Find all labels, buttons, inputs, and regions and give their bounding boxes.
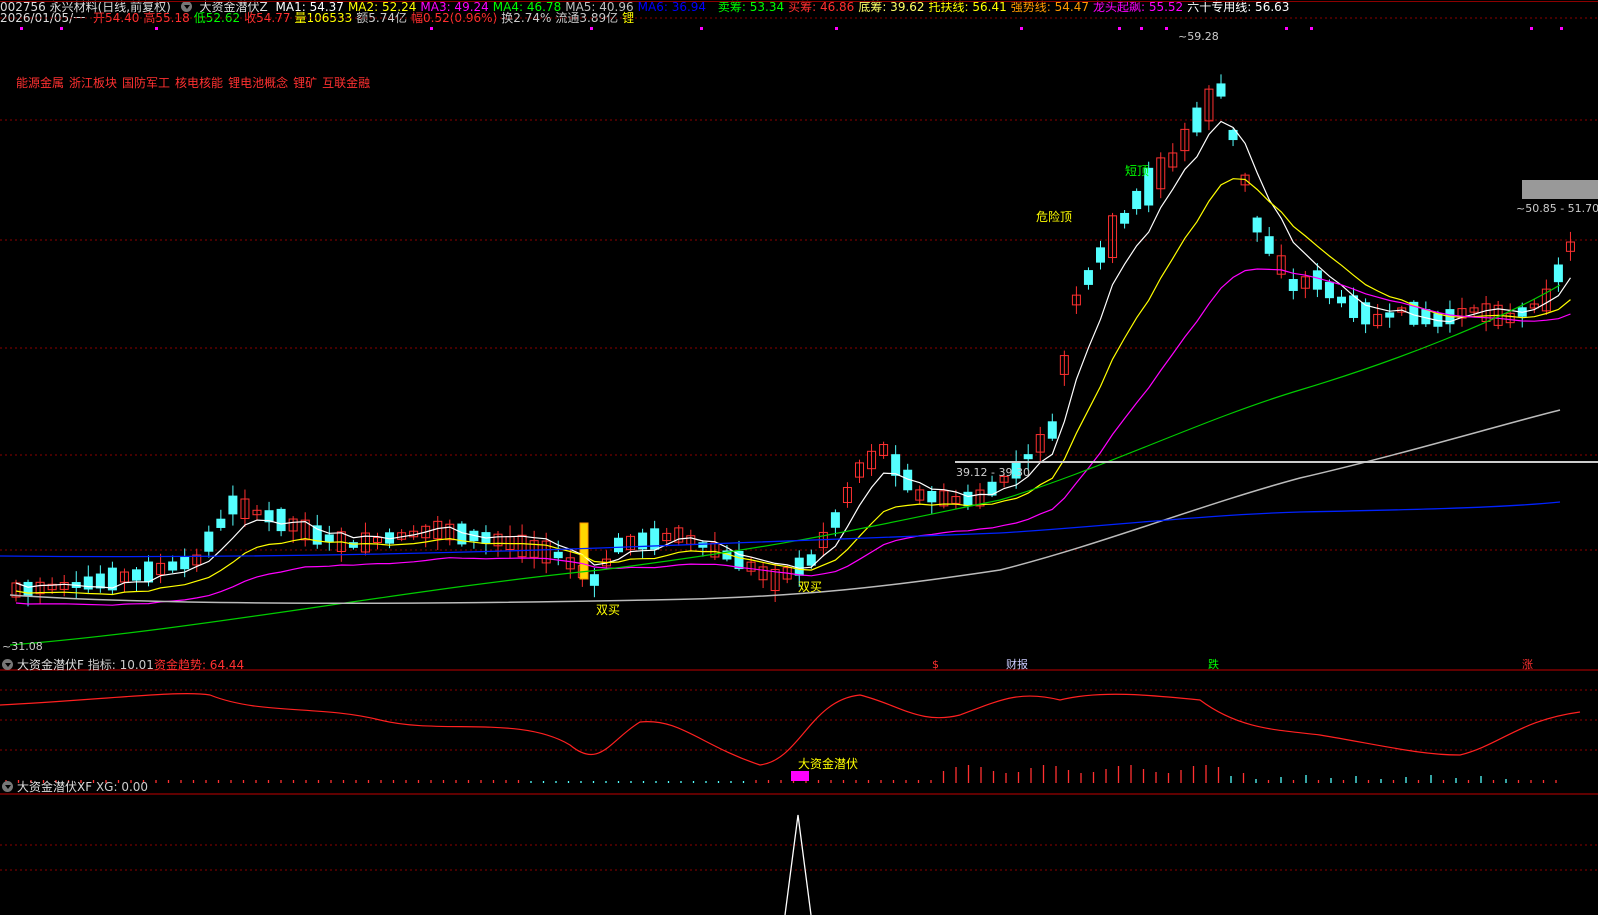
panel2-toggle-icon[interactable] <box>2 659 13 670</box>
panel2-value-0: 指标: 10.01 <box>87 658 154 672</box>
highlight-candle <box>579 522 589 580</box>
candle-body <box>1337 296 1346 304</box>
signal-dot <box>1118 27 1121 30</box>
signal-dot <box>1020 27 1023 30</box>
danger-top-label: 危险顶 <box>1036 209 1072 224</box>
chart-canvas[interactable]: 39.12 - 39.30 ~50.85 - 51.70 ~59.28 ~31.08 危… <box>0 0 1598 915</box>
high-price-label: ~59.28 <box>1178 30 1219 43</box>
candle-body <box>1192 107 1202 133</box>
candle-body <box>95 573 105 589</box>
candle-body <box>1349 295 1359 318</box>
panel3-name: 大资金潜伏XF <box>17 780 93 794</box>
signal-dot <box>590 27 593 30</box>
range-label-1: 39.12 - 39.30 <box>956 466 1030 479</box>
candle-body <box>1132 190 1142 210</box>
candle-body <box>553 551 563 559</box>
panel3-value-0: XG: 0.00 <box>95 780 149 794</box>
short-top-label: 短顶 <box>1125 164 1149 178</box>
candle-body <box>1023 454 1033 460</box>
candle-body <box>1047 421 1057 439</box>
ma2-line <box>15 178 1571 596</box>
candle-body <box>204 531 214 552</box>
signal-dot <box>1530 27 1533 30</box>
candle-body <box>830 512 840 528</box>
candle-body <box>963 491 973 507</box>
candle-body <box>1385 312 1395 318</box>
signal-dot <box>1165 27 1168 30</box>
accumulation-label: 大资金潜伏 <box>798 756 858 771</box>
signal-dot <box>430 27 433 30</box>
panel2-value-1: 资金趋势: 64.44 <box>153 658 245 672</box>
candle-body <box>228 495 238 515</box>
candle-body <box>276 508 286 532</box>
accumulation-marker <box>791 771 809 781</box>
candle-body <box>1120 212 1130 224</box>
panel3-toggle-icon[interactable] <box>2 781 13 792</box>
panel2-header: 大资金潜伏F 指标: 10.01资金趋势: 64.44 <box>0 657 244 673</box>
candle-body <box>144 561 154 583</box>
signal-dot <box>700 27 703 30</box>
panel2-values: 指标: 10.01资金趋势: 64.44 <box>88 658 244 672</box>
event-fall-marker: 跌 <box>1208 657 1219 671</box>
candle-body <box>1288 279 1298 291</box>
event-report-marker: 财报 <box>1006 657 1028 671</box>
candle-body <box>1264 236 1274 254</box>
candle-body <box>589 574 599 586</box>
signal-dot <box>835 27 838 30</box>
signal-dot <box>1285 27 1288 30</box>
event-marker: $ <box>932 658 939 671</box>
candle-body <box>180 556 190 570</box>
candle-body <box>891 454 901 476</box>
signal-dot <box>20 27 23 30</box>
candle-body <box>1312 270 1322 290</box>
panel3-values: XG: 0.00 <box>96 780 148 794</box>
resistance-box <box>1522 180 1598 199</box>
ma3-line <box>15 268 1571 606</box>
candle-body <box>614 537 623 553</box>
signal-dot <box>155 27 158 30</box>
candle-body <box>1096 247 1105 263</box>
low-price-label: ~31.08 <box>2 640 43 653</box>
panel3-header: 大资金潜伏XF XG: 0.00 <box>0 779 148 795</box>
signal-dot <box>1560 27 1563 30</box>
candle-body <box>168 561 178 571</box>
candles <box>11 74 1575 607</box>
candle-body <box>1083 270 1093 285</box>
ma4-line <box>9 284 1561 646</box>
candle-body <box>794 557 804 576</box>
xg-signal-spike <box>784 814 812 915</box>
signal-dot <box>1140 27 1143 30</box>
candle-body <box>1324 281 1334 299</box>
candle-body <box>1553 264 1563 283</box>
candle-body <box>927 491 937 503</box>
candle-body <box>324 534 334 543</box>
double-buy-label: 双买 <box>596 603 620 617</box>
signal-dot <box>60 27 63 30</box>
candle-body <box>806 554 816 566</box>
panel2-name: 大资金潜伏F <box>17 658 84 672</box>
candle-body <box>1252 217 1262 233</box>
range-label-2: ~50.85 - 51.70 <box>1516 202 1598 215</box>
ma5-line <box>9 409 1561 605</box>
double-buy-label: 双买 <box>798 580 822 594</box>
signal-dot <box>1310 27 1313 30</box>
event-rise-marker: 涨 <box>1522 658 1533 671</box>
candle-body <box>1216 83 1226 97</box>
fund-trend-line <box>0 693 1581 766</box>
candle-body <box>216 518 226 528</box>
candle-body <box>132 569 141 581</box>
